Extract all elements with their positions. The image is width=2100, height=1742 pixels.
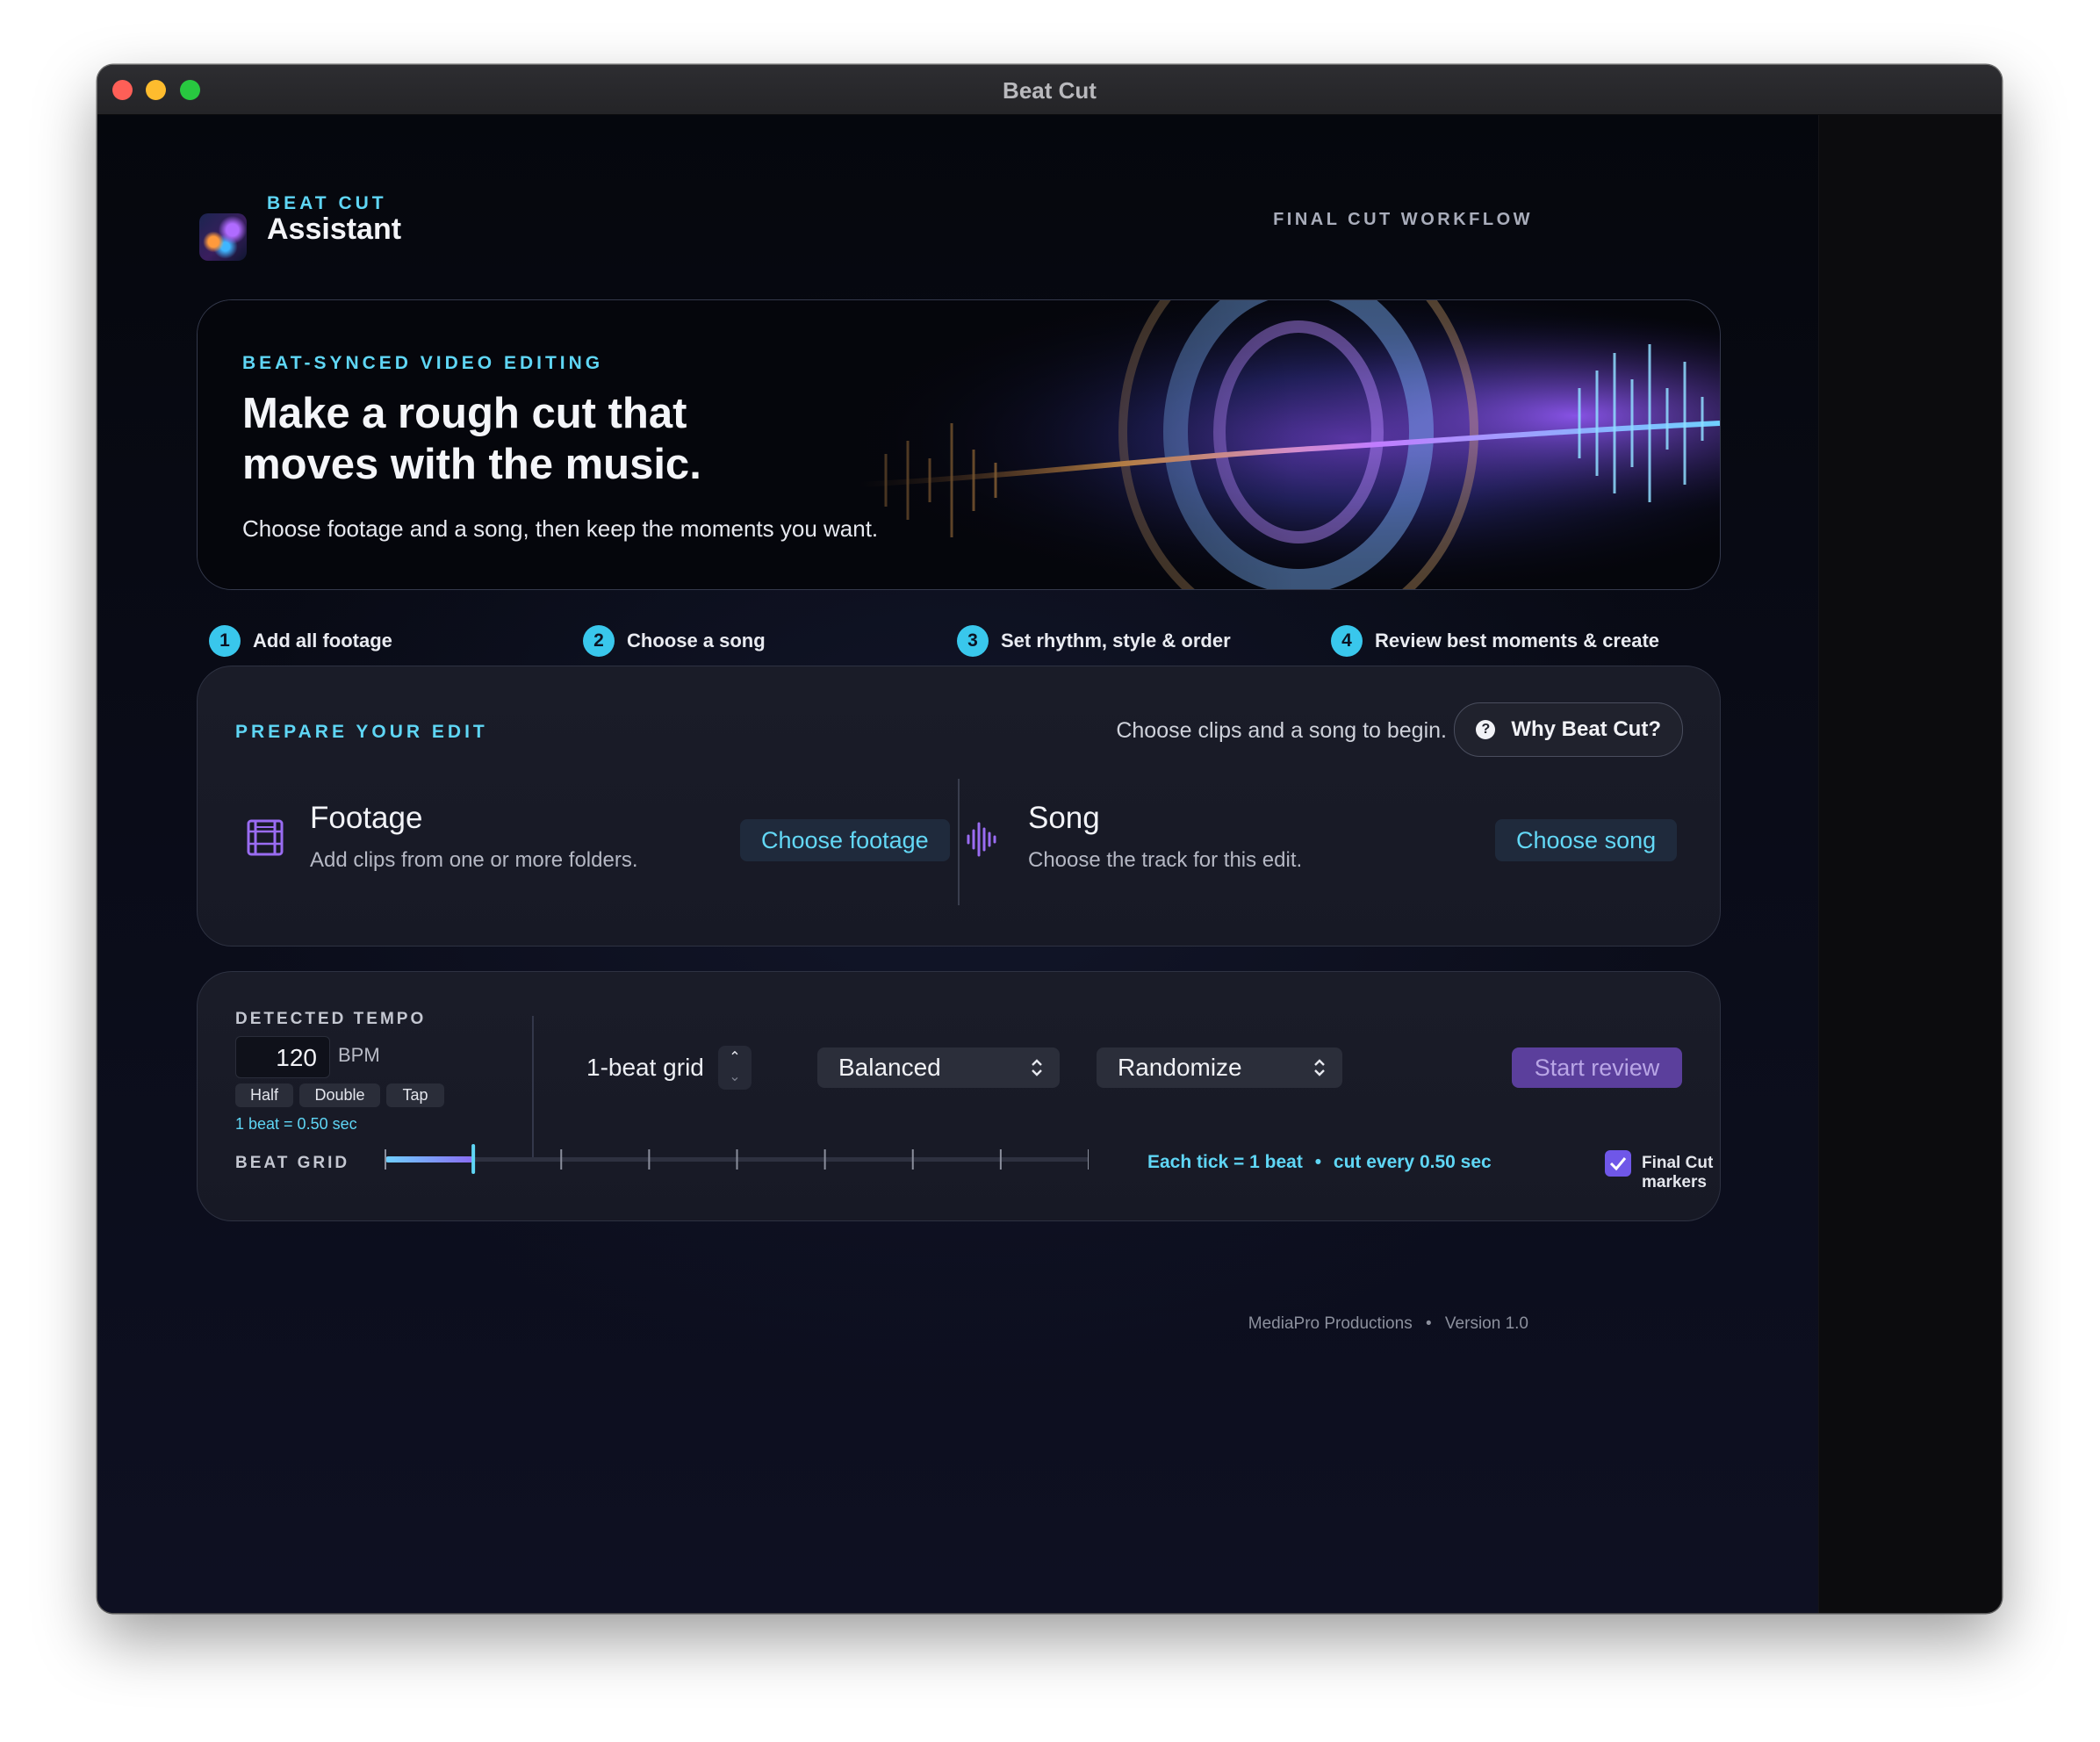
version-label: Version 1.0 [1444, 1314, 1528, 1333]
step-number: 4 [1331, 625, 1363, 657]
hero-headline: Make a rough cut that moves with the mus… [242, 390, 701, 488]
beat-grid-playhead[interactable] [471, 1144, 476, 1174]
app-logo-icon [199, 213, 247, 261]
window-title: Beat Cut [1003, 77, 1097, 104]
style-select-value: Balanced [838, 1054, 941, 1081]
beat-grid-label: BEAT GRID [235, 1154, 350, 1172]
order-select-value: Randomize [1118, 1054, 1242, 1081]
divider [958, 779, 960, 905]
tick-info: Each tick = 1 beat [1147, 1152, 1303, 1172]
brand-name: Assistant [267, 212, 402, 246]
beat-grid-progress [385, 1156, 474, 1163]
main-content: BEAT CUT Assistant FINAL CUT WORKFLOW BE… [97, 115, 1818, 1613]
half-tempo-button[interactable]: Half [235, 1083, 293, 1107]
beat-grid-info: Each tick = 1 beat • cut every 0.50 sec [1147, 1152, 1492, 1173]
step-number: 1 [209, 625, 241, 657]
choose-footage-button[interactable]: Choose footage [740, 819, 950, 861]
footage-description: Add clips from one or more folders. [310, 848, 638, 872]
step-label: Review best moments & create [1375, 630, 1660, 651]
grid-stepper[interactable]: ⌃ ⌄ [718, 1046, 752, 1090]
tempo-eyebrow: DETECTED TEMPO [235, 1010, 427, 1028]
prepare-eyebrow: PREPARE YOUR EDIT [235, 722, 488, 742]
separator: • [1314, 1152, 1322, 1172]
brand-eyebrow: BEAT CUT [267, 193, 387, 213]
final-cut-markers-label: Final Cut markers [1642, 1154, 1714, 1191]
bpm-unit: BPM [338, 1044, 380, 1066]
why-beat-cut-button[interactable]: ? Why Beat Cut? [1454, 702, 1683, 757]
style-select[interactable]: Balanced [817, 1047, 1060, 1088]
chevron-up-icon[interactable]: ⌃ [718, 1051, 752, 1065]
beat-duration-note: 1 beat = 0.50 sec [235, 1115, 357, 1133]
step-number: 3 [957, 625, 989, 657]
step-3: 3 Set rhythm, style & order [957, 623, 1231, 659]
step-label: Add all footage [253, 630, 392, 651]
help-icon: ? [1476, 720, 1496, 739]
workflow-label: FINAL CUT WORKFLOW [1273, 210, 1533, 229]
cut-info: cut every 0.50 sec [1333, 1152, 1492, 1172]
title-bar: Beat Cut [97, 65, 2002, 115]
song-title: Song [1028, 801, 1100, 835]
start-review-button[interactable]: Start review [1512, 1047, 1682, 1088]
up-down-chevron-icon [1032, 1059, 1042, 1076]
final-cut-markers-checkbox[interactable] [1605, 1150, 1631, 1177]
bpm-field[interactable]: 120 [235, 1036, 330, 1078]
checkmark-icon [1609, 1157, 1627, 1171]
hero-banner: BEAT-SYNCED VIDEO EDITING Make a rough c… [197, 299, 1721, 590]
side-panel [1818, 115, 2002, 1613]
choose-song-button[interactable]: Choose song [1495, 819, 1678, 861]
app-window: Beat Cut BEAT CUT Assistant FINAL CUT WO… [97, 65, 2002, 1613]
step-1: 1 Add all footage [209, 623, 392, 659]
order-select[interactable]: Randomize [1097, 1047, 1342, 1088]
company-name: MediaPro Productions [1248, 1314, 1413, 1333]
footer: MediaPro Productions • Version 1.0 [1248, 1314, 1528, 1334]
step-label: Choose a song [627, 630, 766, 651]
hero-subline: Choose footage and a song, then keep the… [242, 515, 879, 542]
step-2: 2 Choose a song [583, 623, 766, 659]
chevron-down-icon[interactable]: ⌄ [718, 1070, 752, 1084]
step-label: Set rhythm, style & order [1001, 630, 1231, 651]
prepare-status: Choose clips and a song to begin. [1116, 718, 1447, 743]
step-number: 2 [583, 625, 615, 657]
film-icon [247, 819, 284, 856]
up-down-chevron-icon [1314, 1059, 1325, 1076]
separator: • [1425, 1314, 1432, 1333]
step-4: 4 Review best moments & create [1331, 623, 1659, 659]
bpm-value: 120 [276, 1044, 317, 1071]
double-tempo-button[interactable]: Double [299, 1083, 380, 1107]
waveform-icon [967, 822, 996, 857]
why-beat-cut-label: Why Beat Cut? [1511, 717, 1661, 741]
tap-tempo-button[interactable]: Tap [386, 1083, 444, 1107]
beat-grid-size-label: 1-beat grid [586, 1054, 704, 1081]
song-description: Choose the track for this edit. [1028, 848, 1303, 872]
hero-eyebrow: BEAT-SYNCED VIDEO EDITING [242, 353, 604, 373]
step-progress: 1 Add all footage 2 Choose a song 3 Set … [209, 623, 1731, 659]
footage-title: Footage [310, 801, 423, 835]
tempo-card: DETECTED TEMPO 120 BPM Half Double Tap 1… [197, 971, 1721, 1221]
prepare-edit-card: PREPARE YOUR EDIT Choose clips and a son… [197, 666, 1721, 947]
beat-grid-track[interactable] [373, 1138, 1089, 1180]
